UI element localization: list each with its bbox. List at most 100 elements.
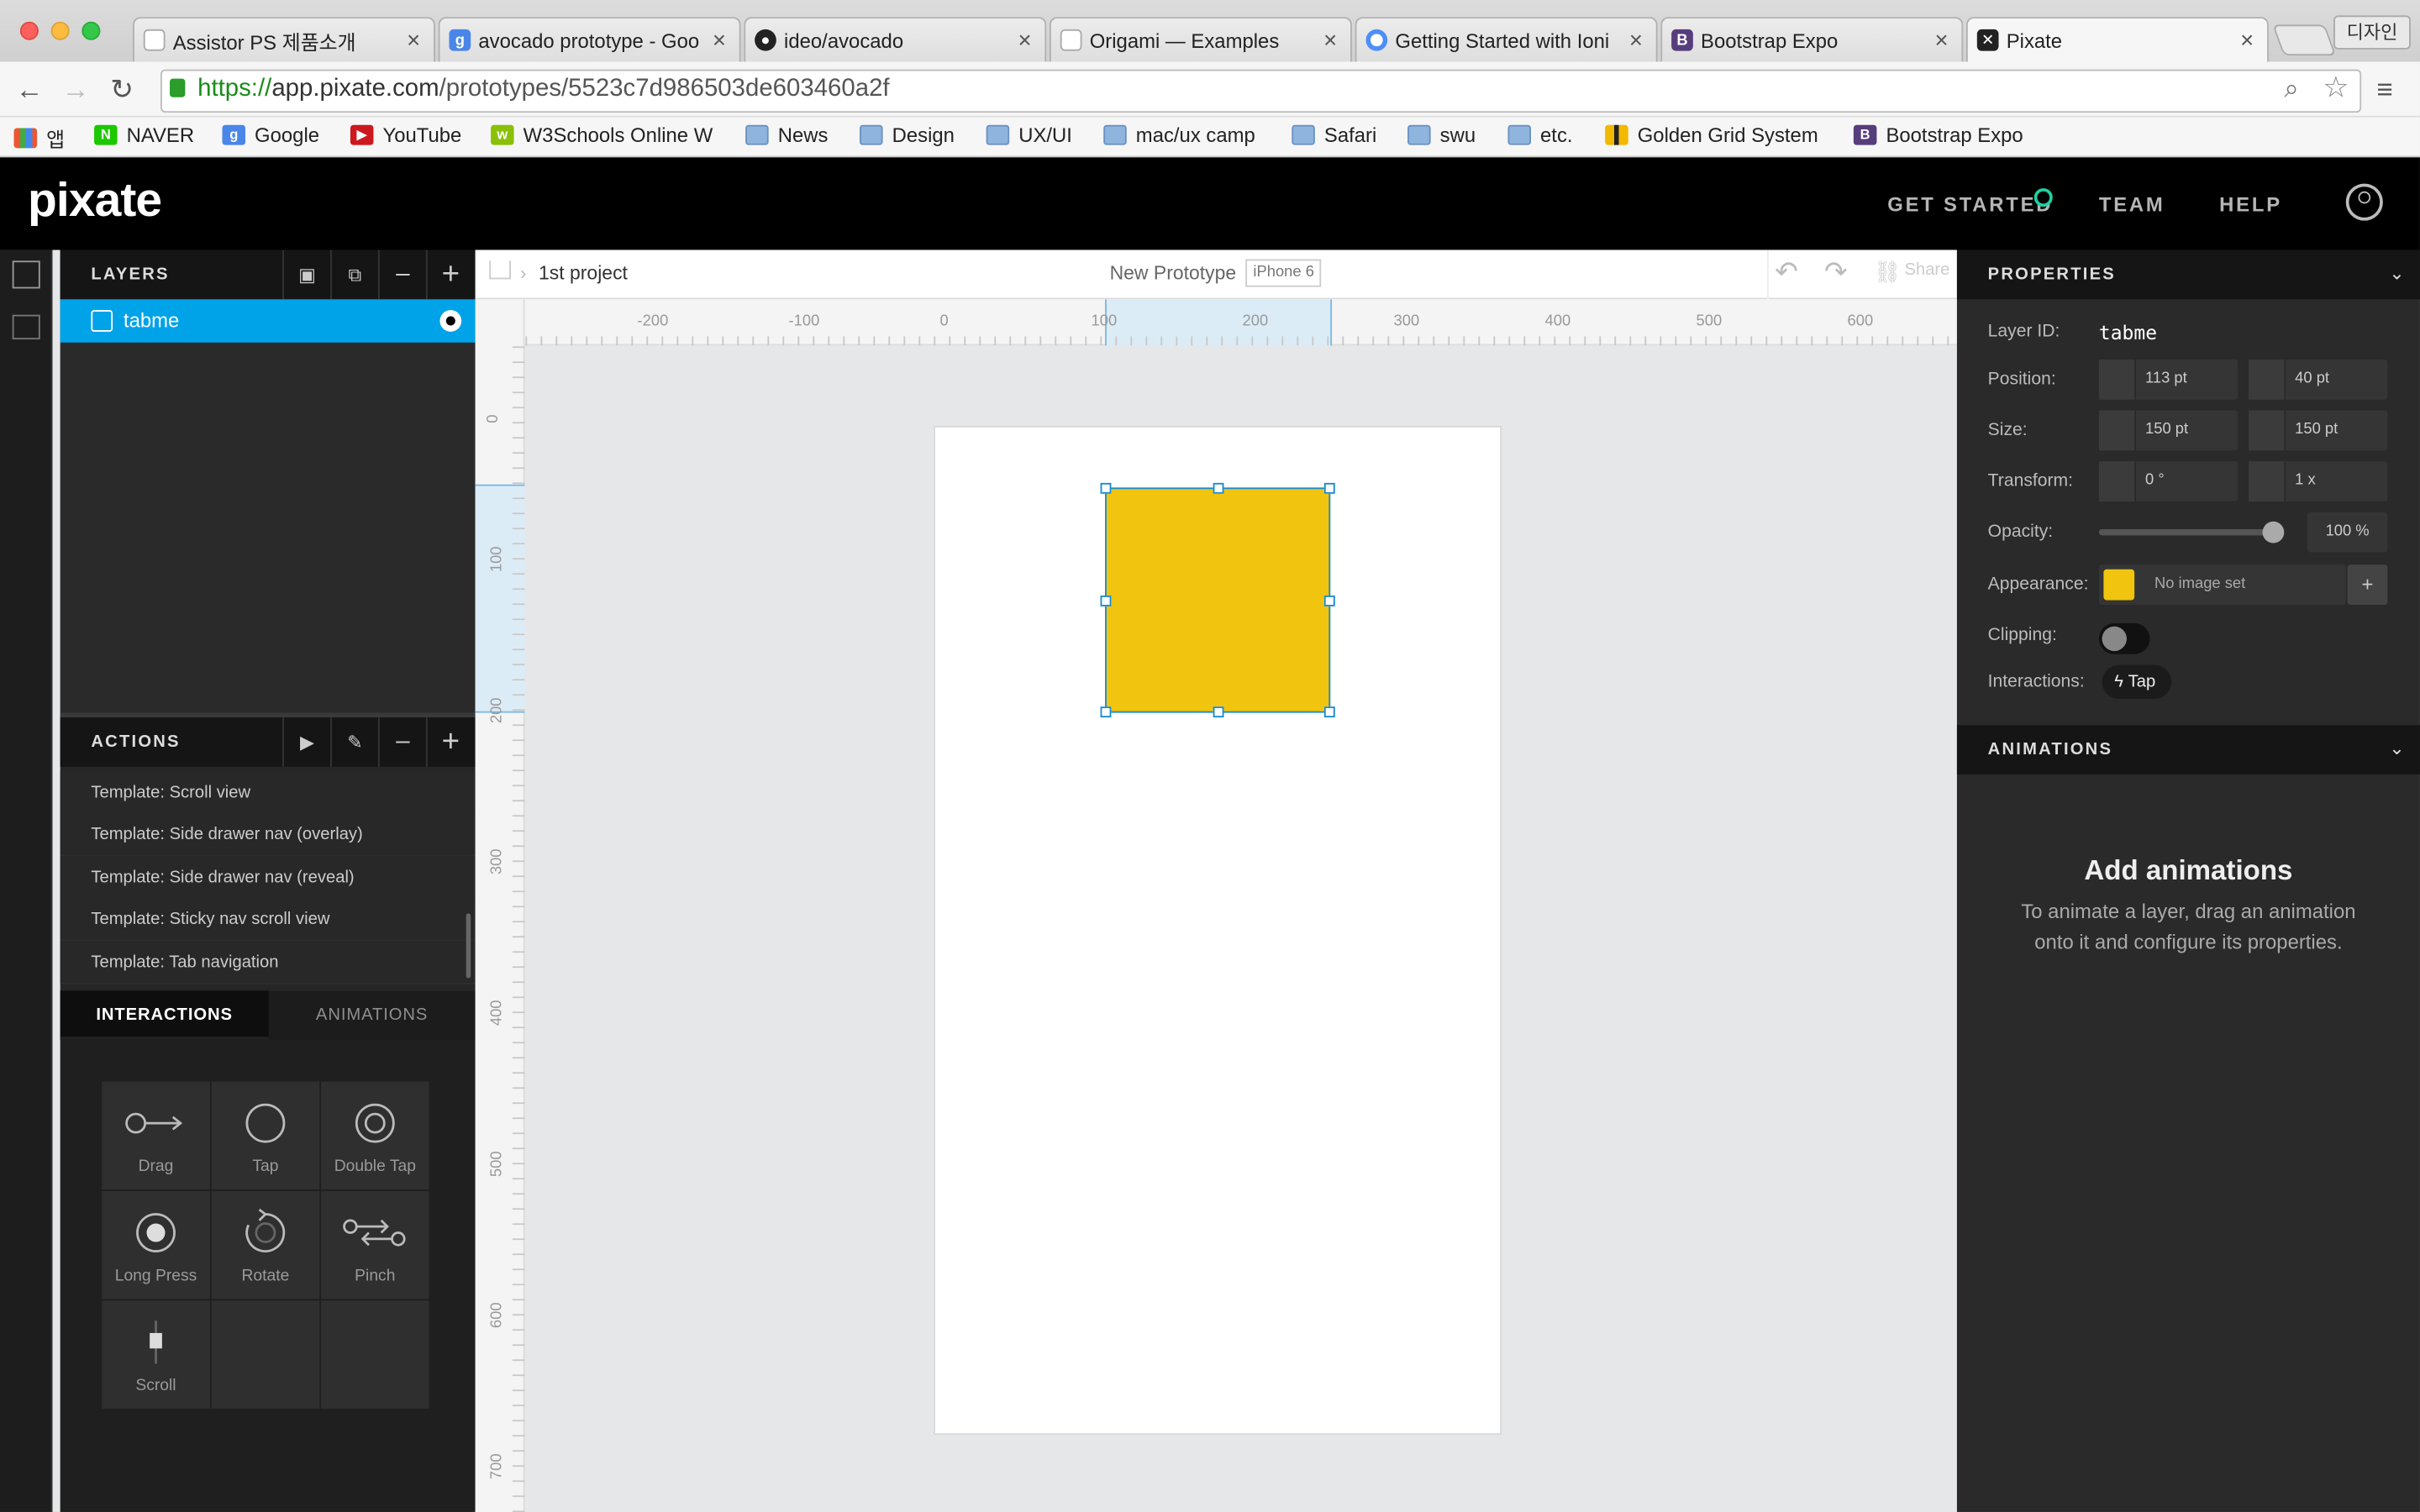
- bookmark-item[interactable]: N NAVER: [94, 123, 194, 146]
- clipping-toggle[interactable]: [2098, 623, 2150, 654]
- properties-header[interactable]: PROPERTIES ⌄: [1956, 249, 2420, 300]
- interaction-tap[interactable]: Tap: [211, 1081, 320, 1190]
- nav-help[interactable]: HELP: [2219, 193, 2282, 217]
- device-selector[interactable]: iPhone 6: [1245, 259, 1323, 287]
- prototype-name[interactable]: New Prototype: [1110, 262, 1237, 284]
- close-tab-icon[interactable]: ×: [708, 27, 730, 53]
- close-tab-icon[interactable]: ×: [402, 27, 424, 53]
- browser-tab-active[interactable]: ✕ Pixate ×: [1965, 17, 2269, 62]
- close-tab-icon[interactable]: ×: [2236, 27, 2258, 53]
- close-window-button[interactable]: [19, 21, 39, 40]
- new-tab-button[interactable]: [2272, 24, 2337, 56]
- close-tab-icon[interactable]: ×: [1931, 27, 1953, 53]
- bookmark-folder[interactable]: UX/UI: [986, 123, 1072, 146]
- resize-handle[interactable]: [1213, 482, 1224, 494]
- resize-handle[interactable]: [1323, 595, 1335, 606]
- close-tab-icon[interactable]: ×: [1319, 27, 1341, 53]
- actions-scrollbar[interactable]: [466, 913, 471, 979]
- image-assets-icon[interactable]: [12, 314, 40, 340]
- rotation-field[interactable]: 0 °: [2098, 461, 2238, 501]
- chevron-down-icon[interactable]: ⌄: [2389, 738, 2404, 759]
- search-icon[interactable]: ⌕: [2284, 74, 2299, 105]
- profile-button[interactable]: 디자인: [2333, 15, 2411, 50]
- interaction-pinch[interactable]: Pinch: [321, 1190, 429, 1299]
- artboard-tool-icon[interactable]: [12, 260, 40, 289]
- resize-handle[interactable]: [1100, 595, 1112, 606]
- browser-tab[interactable]: Assistor PS 제품소개 ×: [132, 17, 435, 62]
- bookmark-folder[interactable]: swu: [1407, 123, 1476, 146]
- browser-tab[interactable]: Origami — Examples ×: [1049, 17, 1352, 62]
- bookmark-item[interactable]: 앱: [13, 123, 65, 153]
- interaction-scroll[interactable]: Scroll: [102, 1300, 210, 1409]
- bookmark-folder[interactable]: News: [745, 123, 828, 146]
- reload-icon[interactable]: ↻: [105, 72, 139, 106]
- link-icon[interactable]: ⛓: [1874, 260, 1902, 286]
- pixate-logo[interactable]: pixate: [28, 173, 162, 228]
- action-template-item[interactable]: Template: Scroll view: [60, 771, 476, 815]
- browser-tab[interactable]: B Bootstrap Expo ×: [1660, 17, 1964, 62]
- close-tab-icon[interactable]: ×: [1625, 27, 1647, 53]
- add-action-icon[interactable]: +: [425, 717, 474, 767]
- bookmark-folder[interactable]: Safari: [1292, 123, 1376, 146]
- bookmark-folder[interactable]: mac/ux camp: [1103, 123, 1255, 146]
- play-icon[interactable]: ▶: [282, 717, 330, 767]
- position-y-field[interactable]: 40 pt: [2249, 359, 2388, 400]
- add-layer-icon[interactable]: +: [425, 249, 474, 300]
- position-x-field[interactable]: 113 pt: [2098, 359, 2238, 400]
- resize-handle[interactable]: [1100, 482, 1112, 494]
- browser-tab[interactable]: g avocado prototype - Goo ×: [438, 17, 741, 62]
- url-text[interactable]: https://app.pixate.com/prototypes/5523c7…: [197, 76, 890, 103]
- add-image-button[interactable]: +: [2347, 564, 2388, 605]
- height-field[interactable]: 150 pt: [2249, 410, 2388, 451]
- bookmark-folder[interactable]: etc.: [1507, 123, 1573, 146]
- resize-handle[interactable]: [1323, 706, 1335, 718]
- interaction-long-press[interactable]: Long Press: [102, 1190, 210, 1299]
- share-button[interactable]: Share: [1904, 260, 1949, 279]
- bookmark-item[interactable]: ▶ YouTube: [350, 123, 461, 146]
- bookmark-folder[interactable]: Design: [860, 123, 955, 146]
- menu-icon[interactable]: ≡: [2377, 74, 2393, 107]
- layer-item[interactable]: tabme: [60, 299, 476, 343]
- resize-handle[interactable]: [1323, 482, 1335, 494]
- appearance-field[interactable]: No image set: [2098, 564, 2346, 605]
- home-icon[interactable]: [489, 260, 511, 280]
- color-swatch[interactable]: [2103, 569, 2135, 601]
- bookmark-item[interactable]: Golden Grid System: [1605, 123, 1818, 146]
- browser-tab[interactable]: ● ideo/avocado ×: [744, 17, 1047, 62]
- remove-layer-icon[interactable]: –: [377, 249, 426, 300]
- tab-interactions[interactable]: INTERACTIONS: [60, 990, 269, 1040]
- forward-icon[interactable]: →: [59, 72, 92, 106]
- width-field[interactable]: 150 pt: [2098, 410, 2238, 451]
- interaction-drag[interactable]: Drag: [102, 1081, 210, 1190]
- tab-animations[interactable]: ANIMATIONS: [268, 990, 476, 1040]
- interaction-chip[interactable]: ϟ Tap: [2102, 664, 2171, 700]
- breadcrumb-project[interactable]: 1st project: [539, 262, 628, 284]
- chevron-down-icon[interactable]: ⌄: [2389, 262, 2404, 284]
- bookmark-item[interactable]: B Bootstrap Expo: [1853, 123, 2023, 146]
- action-template-item[interactable]: Template: Tab navigation: [60, 941, 476, 984]
- bookmark-item[interactable]: g Google: [222, 123, 319, 146]
- interaction-double-tap[interactable]: Double Tap: [321, 1081, 429, 1190]
- resize-handle[interactable]: [1100, 706, 1112, 718]
- group-layer-icon[interactable]: ▣: [282, 249, 330, 300]
- browser-tab[interactable]: Getting Started with Ioni ×: [1355, 17, 1658, 62]
- action-template-item[interactable]: Template: Side drawer nav (overlay): [60, 812, 476, 857]
- bookmark-item[interactable]: w W3Schools Online W: [491, 123, 713, 146]
- opacity-slider-track[interactable]: [2098, 521, 2285, 543]
- action-template-item[interactable]: Template: Side drawer nav (reveal): [60, 856, 476, 900]
- interaction-rotate[interactable]: Rotate: [211, 1190, 320, 1299]
- bookmark-star-icon[interactable]: ☆: [2323, 71, 2349, 106]
- edit-pencil-icon[interactable]: ✎: [330, 717, 378, 767]
- back-icon[interactable]: ←: [13, 72, 46, 106]
- layer-id-field[interactable]: tabme: [2099, 321, 2157, 344]
- undo-icon[interactable]: ↶: [1775, 256, 1798, 289]
- zoom-window-button[interactable]: [82, 21, 101, 40]
- duplicate-layer-icon[interactable]: ⧉: [330, 249, 378, 300]
- minimize-window-button[interactable]: [50, 21, 70, 40]
- remove-action-icon[interactable]: –: [377, 717, 426, 767]
- layer-tabme[interactable]: [1100, 482, 1335, 718]
- opacity-slider-thumb[interactable]: [2262, 521, 2285, 543]
- nav-get-started[interactable]: GET STARTED: [1887, 193, 2053, 217]
- opacity-field[interactable]: 100 %: [2307, 512, 2388, 553]
- user-account-icon[interactable]: [2345, 183, 2383, 221]
